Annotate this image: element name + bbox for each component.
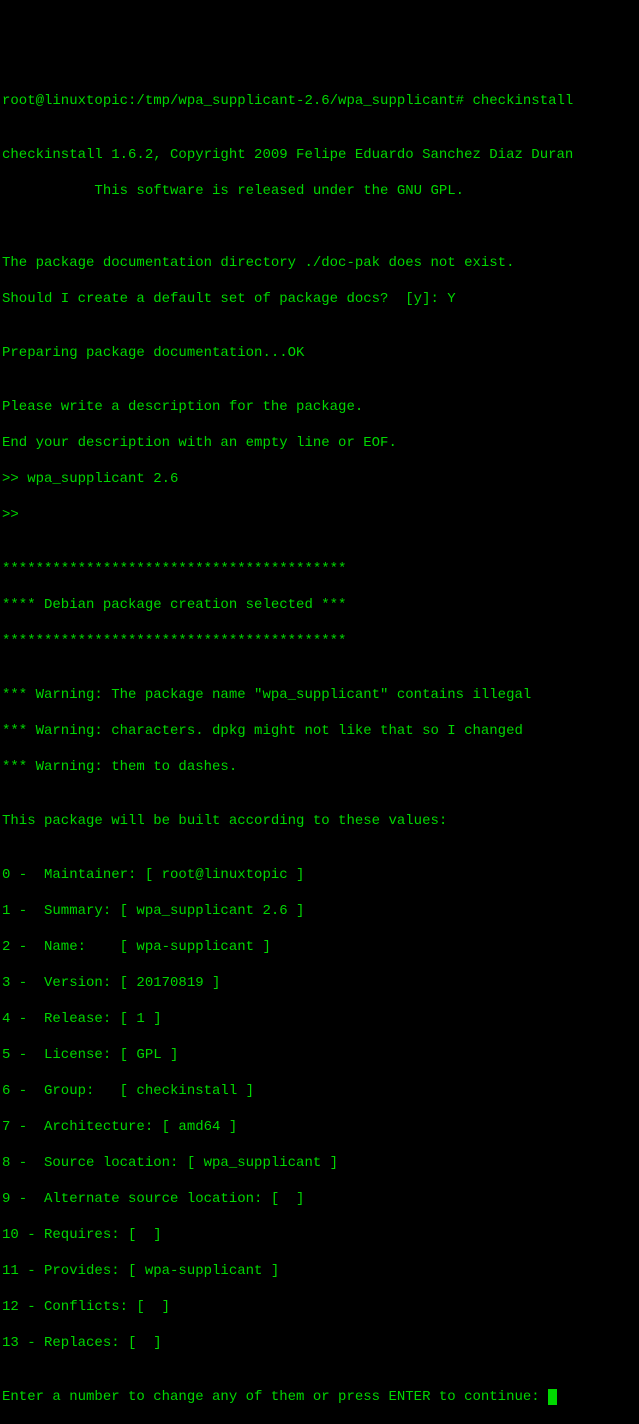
terminal-line-input1: >> wpa_supplicant 2.6 <box>2 470 637 488</box>
terminal-line-field-source: 8 - Source location: [ wpa_supplicant ] <box>2 1154 637 1172</box>
terminal-line-field-arch: 7 - Architecture: [ amd64 ] <box>2 1118 637 1136</box>
terminal-line-prompt: root@linuxtopic:/tmp/wpa_supplicant-2.6/… <box>2 92 637 110</box>
terminal-line-desc2: End your description with an empty line … <box>2 434 637 452</box>
terminal-line-warning: *** Warning: The package name "wpa_suppl… <box>2 686 637 704</box>
terminal-line-preparing: Preparing package documentation...OK <box>2 344 637 362</box>
terminal-line-field-provides: 11 - Provides: [ wpa-supplicant ] <box>2 1262 637 1280</box>
terminal-line-enter-prompt[interactable]: Enter a number to change any of them or … <box>2 1388 637 1406</box>
terminal-line-field-maintainer: 0 - Maintainer: [ root@linuxtopic ] <box>2 866 637 884</box>
terminal-window[interactable]: root@linuxtopic:/tmp/wpa_supplicant-2.6/… <box>2 74 637 826</box>
terminal-line-build-msg: This package will be built according to … <box>2 812 637 830</box>
terminal-line-warning: *** Warning: them to dashes. <box>2 758 637 776</box>
cursor-icon <box>548 1389 557 1405</box>
terminal-line-docdir: The package documentation directory ./do… <box>2 254 637 272</box>
terminal-line-selection: **** Debian package creation selected **… <box>2 596 637 614</box>
terminal-line-field-altsource: 9 - Alternate source location: [ ] <box>2 1190 637 1208</box>
terminal-line-field-conflicts: 12 - Conflicts: [ ] <box>2 1298 637 1316</box>
terminal-line-field-release: 4 - Release: [ 1 ] <box>2 1010 637 1028</box>
terminal-line-field-license: 5 - License: [ GPL ] <box>2 1046 637 1064</box>
terminal-line-license: This software is released under the GNU … <box>2 182 637 200</box>
terminal-line-stars: ****************************************… <box>2 560 637 578</box>
prompt-text: Enter a number to change any of them or … <box>2 1389 548 1405</box>
terminal-line-desc1: Please write a description for the packa… <box>2 398 637 416</box>
terminal-line-stars: ****************************************… <box>2 632 637 650</box>
terminal-line-docs-question: Should I create a default set of package… <box>2 290 637 308</box>
terminal-line-input2: >> <box>2 506 637 524</box>
terminal-line-field-replaces: 13 - Replaces: [ ] <box>2 1334 637 1352</box>
terminal-line-field-group: 6 - Group: [ checkinstall ] <box>2 1082 637 1100</box>
terminal-line-field-name: 2 - Name: [ wpa-supplicant ] <box>2 938 637 956</box>
terminal-line-field-requires: 10 - Requires: [ ] <box>2 1226 637 1244</box>
terminal-line-field-version: 3 - Version: [ 20170819 ] <box>2 974 637 992</box>
terminal-line-field-summary: 1 - Summary: [ wpa_supplicant 2.6 ] <box>2 902 637 920</box>
terminal-line-warning: *** Warning: characters. dpkg might not … <box>2 722 637 740</box>
terminal-line-copyright: checkinstall 1.6.2, Copyright 2009 Felip… <box>2 146 637 164</box>
